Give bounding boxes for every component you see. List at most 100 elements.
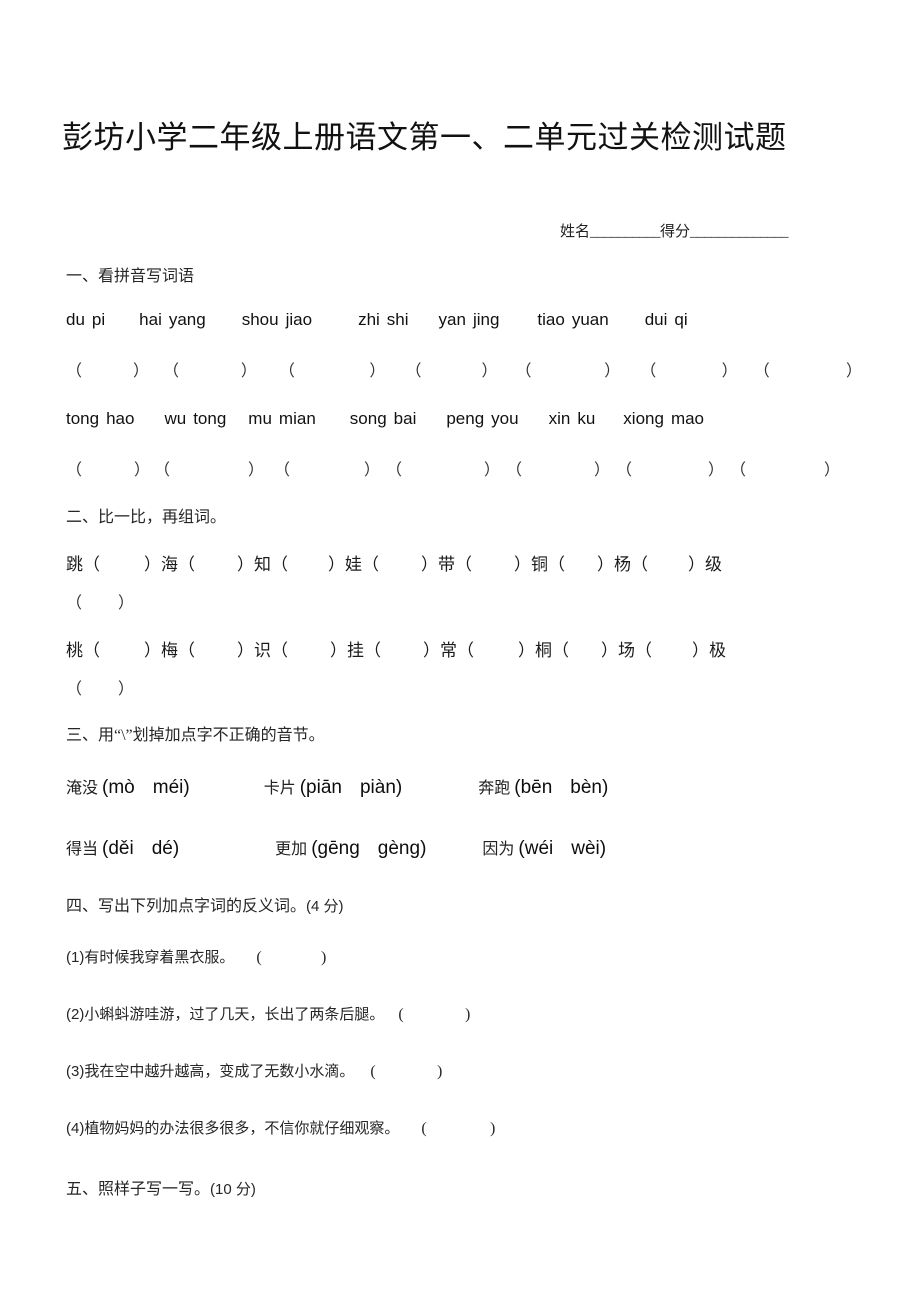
- score-blank-rule[interactable]: ______________: [690, 224, 789, 240]
- answer-blank[interactable]: （）: [66, 456, 150, 480]
- tone-option[interactable]: gēng: [318, 838, 360, 859]
- word-build-cell: 带（）: [438, 550, 531, 575]
- answer-blank[interactable]: （）: [178, 550, 254, 575]
- answer-blank[interactable]: （）: [516, 357, 621, 381]
- answer-blank[interactable]: （）: [271, 550, 345, 575]
- answer-blank[interactable]: (): [421, 1120, 495, 1138]
- tone-choice-options[interactable]: (piān piàn): [300, 777, 403, 799]
- answer-blank[interactable]: （）: [730, 456, 840, 480]
- answer-blank[interactable]: （）: [66, 357, 149, 381]
- tone-choice-options[interactable]: (wéi wèi): [518, 838, 606, 860]
- bracket-close: ）: [597, 555, 614, 574]
- name-blank-rule[interactable]: __________: [590, 224, 661, 240]
- answer-blank[interactable]: （）: [66, 675, 134, 699]
- bracket-close: ）: [604, 363, 621, 380]
- answer-blank[interactable]: （）: [271, 636, 347, 661]
- answer-blank[interactable]: （）: [163, 357, 257, 381]
- word-build-wrap-blank-1: （）: [66, 589, 134, 613]
- base-character: 海: [161, 555, 178, 574]
- word-build-cell: 知（）: [254, 550, 345, 575]
- pinyin-word: hai yang: [139, 310, 206, 330]
- bracket-open: （: [154, 462, 171, 479]
- answer-blank[interactable]: (): [398, 1006, 470, 1024]
- bracket-close: ）: [483, 462, 500, 479]
- tone-option[interactable]: dé: [152, 838, 173, 859]
- tone-option[interactable]: méi: [153, 777, 184, 798]
- answer-blank[interactable]: （）: [405, 357, 497, 381]
- bracket-open: （: [66, 462, 83, 479]
- answer-blank[interactable]: （）: [279, 357, 386, 381]
- word-build-row-1: 跳（）海（）知（）娃（）带（）铜（）杨（）级: [66, 550, 866, 575]
- answer-blank[interactable]: （）: [386, 456, 500, 480]
- section-heading-2: 二、比一比，再组词。: [66, 509, 227, 526]
- bracket-open: （: [66, 595, 83, 612]
- pinyin-word: xiong mao: [623, 409, 704, 429]
- tone-option[interactable]: wéi: [525, 838, 554, 859]
- bracket-open: （: [178, 555, 195, 574]
- answer-blank[interactable]: (): [370, 1063, 442, 1081]
- answer-blank[interactable]: （）: [83, 636, 161, 661]
- answer-blank[interactable]: （）: [754, 357, 862, 381]
- base-character: 带: [438, 555, 455, 574]
- pinyin-syllable: yang: [168, 310, 206, 329]
- answer-blank[interactable]: （）: [364, 636, 440, 661]
- answer-blank[interactable]: （）: [83, 550, 161, 575]
- pinyin-syllable: shou: [241, 310, 279, 329]
- word-build-cell: 挂（）: [347, 636, 440, 661]
- word-build-cell: 海（）: [161, 550, 254, 575]
- tone-option[interactable]: děi: [108, 838, 133, 859]
- tone-choice-options[interactable]: (mò méi): [102, 777, 190, 799]
- tone-choice-item: 卡片 (piān piàn): [264, 774, 403, 799]
- tone-choice-options[interactable]: (děi dé): [102, 838, 179, 860]
- answer-blank[interactable]: （）: [455, 550, 531, 575]
- bracket-open: （: [271, 555, 288, 574]
- answer-blank[interactable]: （）: [616, 456, 724, 480]
- pinyin-syllable: tong: [193, 409, 227, 428]
- answer-blank[interactable]: （）: [66, 589, 134, 613]
- answer-blank[interactable]: （）: [274, 456, 380, 480]
- answer-blank[interactable]: (): [256, 949, 326, 967]
- tone-option[interactable]: piān: [306, 777, 342, 798]
- section-heading-1: 一、看拼音写词语: [66, 268, 195, 285]
- pinyin-syllable: shi: [386, 310, 409, 329]
- bracket-close: ）: [117, 681, 134, 698]
- pinyin-word: shou jiao: [242, 310, 312, 330]
- tone-option[interactable]: wèi: [571, 838, 600, 859]
- pinyin-row-2: tong hao wu tong mu mian song bai peng you xin ku xi…: [66, 409, 862, 429]
- base-character: 级: [705, 555, 722, 574]
- answer-blank[interactable]: （）: [457, 636, 535, 661]
- bracket-close: ）: [117, 595, 134, 612]
- word-build-cell: 识（）: [254, 636, 347, 661]
- tone-choice-word: 得当: [66, 841, 99, 858]
- question-4-4: (4) 植物妈妈的办法很多很多，不信你就仔细观察。 (): [66, 1117, 495, 1138]
- score-label: 得分: [660, 224, 691, 240]
- base-character: 桐: [535, 641, 552, 660]
- answer-blank[interactable]: （）: [178, 636, 254, 661]
- answer-blank[interactable]: （）: [635, 636, 709, 661]
- bracket-open: （: [730, 462, 747, 479]
- tone-choice-item: 因为 (wéi wèi): [482, 835, 606, 860]
- tone-option[interactable]: bèn: [570, 777, 602, 798]
- bracket-open: （: [66, 681, 83, 698]
- tone-option[interactable]: mò: [108, 777, 134, 798]
- word-build-cell: 杨（）: [614, 550, 705, 575]
- section-heading-3: 三、用“\”划掉加点字不正确的音节。: [66, 727, 325, 744]
- answer-blank[interactable]: （）: [548, 550, 614, 575]
- answer-blank[interactable]: （）: [362, 550, 438, 575]
- pinyin-syllable: yuan: [571, 310, 609, 329]
- tone-option[interactable]: gèng: [378, 838, 420, 859]
- tone-choice-options[interactable]: (bēn bèn): [514, 777, 608, 799]
- answer-blank[interactable]: （）: [640, 357, 737, 381]
- bracket-close: ）: [247, 462, 264, 479]
- bracket-open: （: [635, 641, 652, 660]
- answer-blank[interactable]: （）: [506, 456, 610, 480]
- answer-blank[interactable]: （）: [552, 636, 618, 661]
- tone-option[interactable]: bēn: [521, 777, 553, 798]
- answer-blank[interactable]: （）: [154, 456, 264, 480]
- answer-blank[interactable]: （）: [631, 550, 705, 575]
- bracket-open: (: [398, 1006, 404, 1023]
- pinyin-syllable: pi: [91, 310, 106, 329]
- tone-option[interactable]: piàn: [360, 777, 396, 798]
- tone-choice-options[interactable]: (gēng gèng): [311, 838, 426, 860]
- question-text: 小蝌蚪游哇游，过了几天，长出了两条后腿。: [84, 1007, 385, 1023]
